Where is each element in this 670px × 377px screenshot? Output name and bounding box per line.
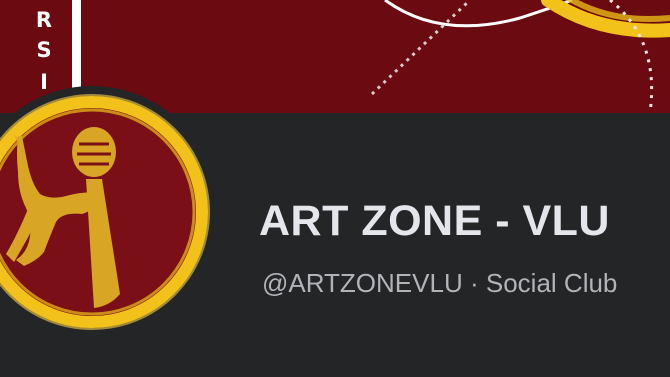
cover-letter: R xyxy=(35,8,53,32)
meta-separator: · xyxy=(469,268,479,298)
cover-letter: S xyxy=(36,38,52,62)
page-title: ART ZONE - VLU xyxy=(259,197,610,245)
page-handle[interactable]: @ARTZONEVLU xyxy=(262,268,463,298)
profile-picture[interactable] xyxy=(0,84,215,354)
cover-dotted-line xyxy=(370,0,472,96)
page-category[interactable]: Social Club xyxy=(486,268,618,298)
dancer-microphone-logo-icon xyxy=(0,86,215,338)
cover-white-bar xyxy=(72,0,81,90)
page-subtitle: @ARTZONEVLU · Social Club xyxy=(262,268,617,299)
